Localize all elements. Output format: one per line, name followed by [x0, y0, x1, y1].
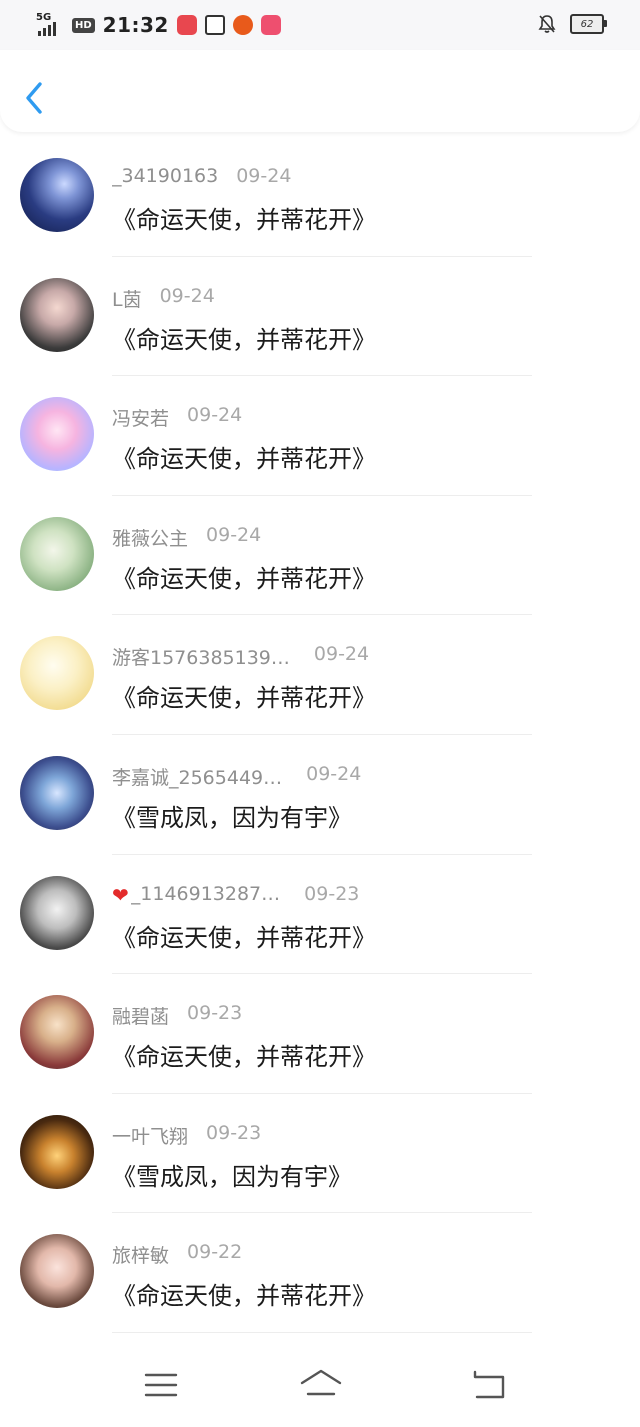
username: 李嘉诚_2565449… [112, 766, 283, 789]
date: 09-23 [206, 1121, 262, 1144]
list-item[interactable]: ❤ _1146913287… 09-23 《命运天使，并蒂花开》 [0, 855, 640, 975]
message: 《命运天使，并蒂花开》 [112, 206, 376, 234]
date: 09-23 [187, 1002, 243, 1025]
list-item[interactable]: 融碧菡 09-23 《命运天使，并蒂花开》 [0, 974, 640, 1094]
avatar[interactable] [20, 397, 94, 472]
message: 《命运天使，并蒂花开》 [112, 564, 376, 593]
list-item[interactable]: L茵 09-24 《命运天使，并蒂花开》 [0, 257, 640, 377]
username: 融碧菡 [112, 1006, 170, 1029]
bell-off-icon [538, 14, 556, 34]
username: 一叶飞翔 [112, 1125, 189, 1148]
avatar[interactable] [20, 875, 94, 950]
app-header [0, 50, 640, 132]
username: 雅薇公主 [112, 527, 189, 550]
username: L茵 [112, 288, 142, 311]
heart-icon: ❤ [112, 882, 129, 907]
list-item[interactable]: _34190163 09-24 《命运天使，并蒂花开》 [0, 137, 640, 257]
divider [112, 1331, 532, 1333]
message: 《雪成凤，因为有宇》 [112, 1162, 352, 1191]
list-item[interactable]: 冯安若 09-24 《命运天使，并蒂花开》 [0, 376, 640, 496]
app-pumpkin-icon [232, 15, 253, 35]
back-icon [473, 1370, 505, 1399]
back-button[interactable] [18, 78, 52, 118]
home-button[interactable] [299, 1367, 343, 1403]
username: 旅梓敏 [112, 1245, 170, 1268]
home-icon [300, 1369, 342, 1396]
battery-icon: 62 [570, 14, 607, 34]
hd-icon: HD [72, 17, 95, 33]
list-item[interactable]: 李嘉诚_2565449… 09-24 《雪成凤，因为有宇》 [0, 735, 640, 855]
message: 《命运天使，并蒂花开》 [112, 684, 376, 713]
app-box-icon [204, 15, 225, 35]
system-nav-bar [0, 1337, 640, 1427]
date: 09-24 [313, 643, 370, 666]
list-item[interactable]: 旅梓敏 09-22 《命运天使，并蒂花开》 [0, 1213, 640, 1333]
back-nav-button[interactable] [469, 1367, 509, 1403]
status-left: 5G HD 21:32 [36, 12, 281, 38]
status-right: 62 [538, 14, 607, 34]
chevron-left-icon [26, 82, 42, 114]
app-pink-icon [260, 15, 281, 35]
message: 《命运天使，并蒂花开》 [112, 325, 376, 354]
message: 《命运天使，并蒂花开》 [112, 1043, 376, 1072]
date: 09-24 [236, 165, 292, 187]
list-item[interactable]: 一叶飞翔 09-23 《雪成凤，因为有宇》 [0, 1094, 640, 1214]
list-item[interactable]: 游客1576385139… 09-24 《命运天使，并蒂花开》 [0, 615, 640, 735]
avatar[interactable] [20, 277, 94, 352]
avatar[interactable] [20, 636, 94, 711]
status-bar: 5G HD 21:32 62 [0, 0, 640, 50]
avatar[interactable] [20, 158, 94, 232]
date: 09-23 [304, 882, 360, 905]
message: 《命运天使，并蒂花开》 [112, 923, 376, 952]
list-item[interactable]: 雅薇公主 09-24 《命运天使，并蒂花开》 [0, 496, 640, 616]
date: 09-24 [159, 284, 215, 307]
date: 09-24 [187, 404, 243, 427]
avatar[interactable] [20, 995, 94, 1070]
clock: 21:32 [102, 13, 169, 37]
signal-icon: 5G [36, 12, 64, 36]
message: 《命运天使，并蒂花开》 [112, 445, 376, 474]
avatar[interactable] [20, 1234, 94, 1309]
username: 冯安若 [112, 408, 170, 431]
message: 《命运天使，并蒂花开》 [112, 1282, 376, 1311]
username: _34190163 [112, 165, 219, 187]
menu-icon [144, 1373, 178, 1397]
avatar[interactable] [20, 755, 94, 830]
avatar[interactable] [20, 1114, 94, 1189]
date: 09-24 [306, 762, 362, 785]
menu-button[interactable] [141, 1367, 181, 1403]
username: 游客1576385139… [112, 647, 290, 670]
date: 09-22 [187, 1241, 243, 1264]
avatar[interactable] [20, 516, 94, 591]
message: 《雪成凤，因为有宇》 [112, 803, 352, 832]
username: _1146913287… [130, 882, 281, 905]
gift-list: _34190163 09-24 《命运天使，并蒂花开》 L茵 09-24 《命运天使… [0, 137, 640, 1333]
battery-level: 62 [580, 18, 594, 30]
app-red-icon [176, 15, 197, 35]
date: 09-24 [206, 523, 262, 546]
